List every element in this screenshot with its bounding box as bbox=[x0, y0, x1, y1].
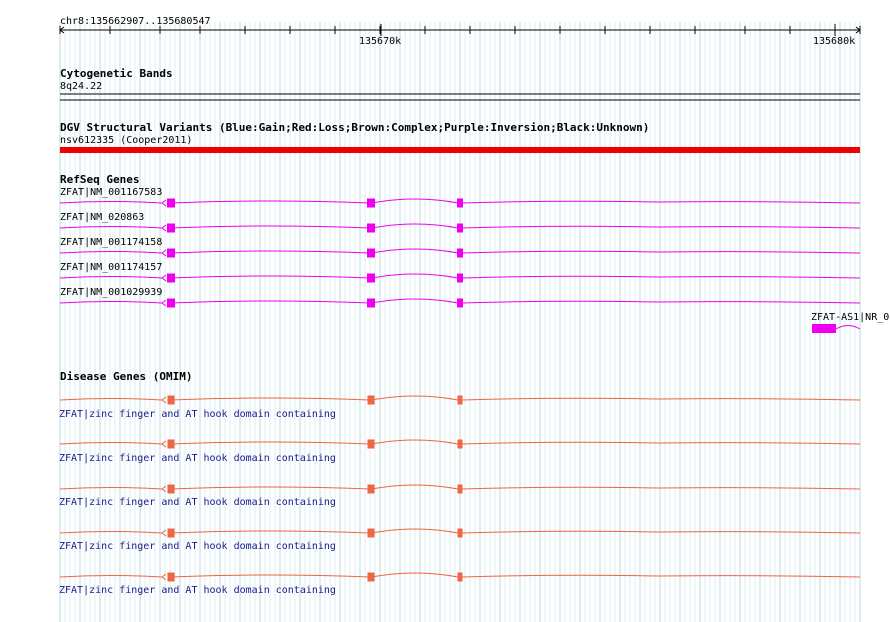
omim-entry-label[interactable]: ZFAT|zinc finger and AT hook domain cont… bbox=[59, 541, 336, 552]
refseq-gene-exon bbox=[457, 273, 463, 283]
refseq-transcript-label[interactable]: ZFAT|NM_001174158 bbox=[60, 237, 162, 248]
omim-gene-exon bbox=[167, 484, 175, 494]
omim-gene-strand-arrow bbox=[161, 396, 167, 404]
omim-gene-exon bbox=[457, 439, 463, 449]
dgv-variant-bar bbox=[60, 147, 860, 153]
refseq-transcript-label[interactable]: ZFAT|NM_001174157 bbox=[60, 262, 162, 273]
omim-gene-exon bbox=[367, 439, 375, 449]
refseq-gene-exon bbox=[457, 248, 463, 258]
refseq-gene-exon bbox=[167, 273, 175, 283]
refseq-gene-strand-arrow bbox=[161, 299, 167, 307]
omim-entry-label[interactable]: ZFAT|zinc finger and AT hook domain cont… bbox=[59, 497, 336, 508]
refseq-gene-exon bbox=[457, 298, 463, 308]
refseq-gene-exon bbox=[457, 198, 463, 208]
omim-gene-exon bbox=[457, 395, 463, 405]
refseq-gene-exon bbox=[167, 198, 175, 208]
omim-gene-exon bbox=[167, 439, 175, 449]
ruler-tick-label: 135680k bbox=[813, 36, 856, 47]
omim-gene-exon bbox=[367, 528, 375, 538]
dgv-track-title[interactable]: DGV Structural Variants (Blue:Gain;Red:L… bbox=[60, 122, 649, 134]
cytoband-label[interactable]: 8q24.22 bbox=[60, 81, 102, 92]
omim-entry-label[interactable]: ZFAT|zinc finger and AT hook domain cont… bbox=[59, 409, 336, 420]
omim-gene-exon bbox=[167, 395, 175, 405]
omim-gene-exon bbox=[457, 528, 463, 538]
refseq-gene-exon bbox=[167, 248, 175, 258]
refseq-gene-strand-arrow bbox=[161, 249, 167, 257]
omim-gene-strand-arrow bbox=[161, 573, 167, 581]
refseq-gene-exon bbox=[367, 223, 375, 233]
omim-gene-strand-arrow bbox=[161, 440, 167, 448]
cytoband-track-title[interactable]: Cytogenetic Bands bbox=[60, 68, 173, 80]
refseq-antisense-label[interactable]: ZFAT-AS1|NR_0 bbox=[811, 312, 889, 323]
refseq-transcript-label[interactable]: ZFAT|NM_001029939 bbox=[60, 287, 162, 298]
refseq-gene-strand-arrow bbox=[161, 274, 167, 282]
refseq-gene-strand-arrow bbox=[161, 199, 167, 207]
omim-gene-exon bbox=[167, 572, 175, 582]
omim-gene-exon bbox=[457, 572, 463, 582]
refseq-gene-exon bbox=[367, 273, 375, 283]
dgv-variant-label[interactable]: nsv612335 (Cooper2011) bbox=[60, 135, 192, 146]
refseq-gene-exon bbox=[367, 198, 375, 208]
refseq-transcript-label[interactable]: ZFAT|NM_001167583 bbox=[60, 187, 162, 198]
refseq-gene-strand-arrow bbox=[161, 224, 167, 232]
refseq-track-title[interactable]: RefSeq Genes bbox=[60, 174, 139, 186]
ruler-location: chr8:135662907..135680547 bbox=[60, 16, 211, 27]
omim-track-title[interactable]: Disease Genes (OMIM) bbox=[60, 371, 192, 383]
ruler-tick-label: 135670k bbox=[359, 36, 402, 47]
omim-gene-strand-arrow bbox=[161, 485, 167, 493]
omim-gene-exon bbox=[367, 395, 375, 405]
refseq-gene-exon bbox=[367, 248, 375, 258]
refseq-gene-exon bbox=[457, 223, 463, 233]
omim-gene-exon bbox=[457, 484, 463, 494]
refseq-gene-exon bbox=[167, 298, 175, 308]
omim-gene-exon bbox=[167, 528, 175, 538]
refseq-transcript-label[interactable]: ZFAT|NM_020863 bbox=[60, 212, 144, 223]
antisense-exon bbox=[812, 324, 836, 333]
omim-entry-label[interactable]: ZFAT|zinc finger and AT hook domain cont… bbox=[59, 585, 336, 596]
omim-gene-exon bbox=[367, 572, 375, 582]
refseq-gene-exon bbox=[367, 298, 375, 308]
omim-gene-strand-arrow bbox=[161, 529, 167, 537]
omim-gene-exon bbox=[367, 484, 375, 494]
omim-entry-label[interactable]: ZFAT|zinc finger and AT hook domain cont… bbox=[59, 453, 336, 464]
track-graphics bbox=[59, 24, 861, 582]
antisense-intron bbox=[835, 325, 861, 330]
refseq-gene-exon bbox=[167, 223, 175, 233]
